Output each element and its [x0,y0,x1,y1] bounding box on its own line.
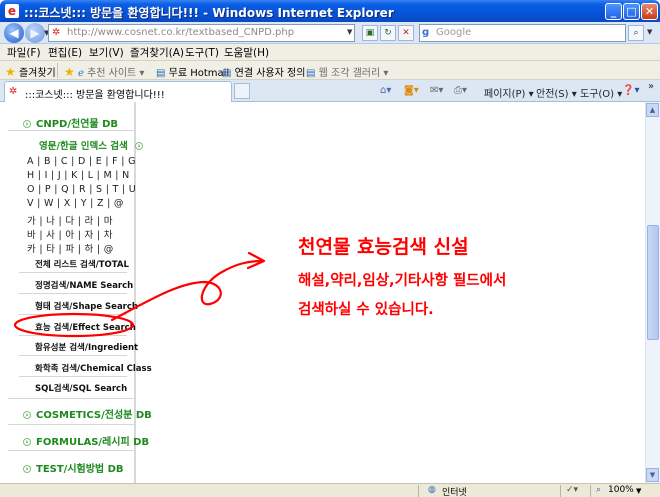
status-divider [590,485,591,497]
globe-icon: ◍ [428,485,436,495]
status-divider [560,485,561,497]
protected-mode-icon[interactable]: ✓▾ [566,485,578,495]
annotation-line-1: 해설,약리,임상,기타사항 필드에서 [298,273,507,289]
annotation-headline: 천연물 효능검색 신설 [298,236,469,258]
status-divider [418,485,419,497]
security-zone: 인터넷 [442,488,467,497]
scroll-down-icon[interactable]: ▼ [646,468,659,482]
zoom-icon: ⌕ [596,485,602,495]
scroll-thumb[interactable] [647,225,659,340]
status-bar: ◍ 인터넷 ✓▾ ⌕ 100% ▼ [0,483,660,497]
annotation-arrow [110,259,264,322]
zoom-level[interactable]: 100% [608,485,634,495]
scroll-up-icon[interactable]: ▲ [646,103,659,117]
zoom-dropdown-icon[interactable]: ▼ [636,487,641,495]
annotation-line-2: 검색하실 수 있습니다. [298,302,434,318]
